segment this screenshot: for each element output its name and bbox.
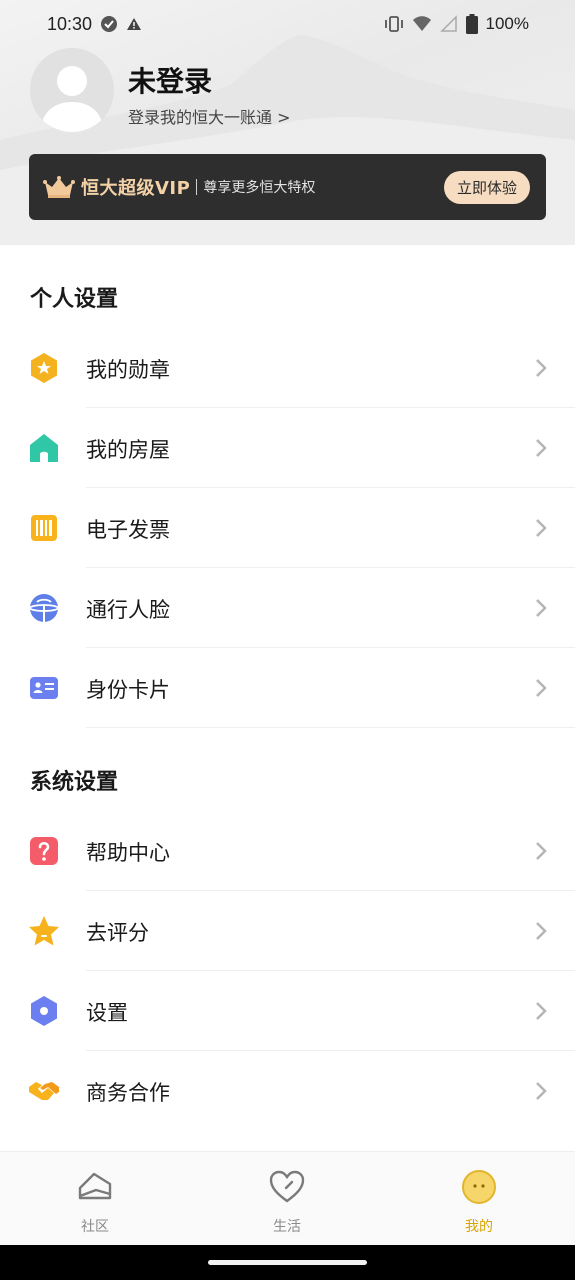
default-avatar-icon: [30, 48, 114, 132]
status-bar: 10:30 100%: [0, 0, 575, 48]
menu-item-settings[interactable]: 设置: [0, 971, 575, 1051]
check-circle-icon: [101, 16, 118, 32]
menu-item-label: 帮助中心: [86, 841, 170, 865]
vip-title: 恒大超级VIP: [81, 178, 191, 199]
menu-item-medals[interactable]: 我的勋章: [0, 328, 575, 408]
menu-item-help[interactable]: 帮助中心: [0, 811, 575, 891]
menu-item-label: 通行人脸: [86, 598, 170, 622]
house-icon: [30, 434, 58, 462]
menu-item-business[interactable]: 商务合作: [0, 1051, 575, 1131]
chevron-right-icon: [536, 1082, 547, 1100]
vip-subtitle: 尊享更多恒大特权: [203, 180, 316, 196]
vibrate-icon: [384, 16, 403, 32]
chevron-right-icon: [536, 679, 547, 697]
menu-item-id-card[interactable]: 身份卡片: [0, 648, 575, 728]
battery-icon: [465, 14, 478, 34]
profile-header: 10:30 100% 未登录 登录我的恒大一账通 > 恒大超级VIP 尊享更多恒…: [0, 0, 575, 245]
help-icon: [30, 837, 58, 865]
home-indicator[interactable]: [208, 1260, 367, 1265]
system-gesture-bar: [0, 1245, 575, 1280]
handshake-icon: [29, 1082, 59, 1100]
invoice-icon: [31, 515, 57, 541]
chevron-right-icon: [536, 1002, 547, 1020]
nav-tab-life[interactable]: 生活: [237, 1168, 337, 1236]
face-pass-icon: [29, 594, 59, 622]
chevron-right-icon: [536, 599, 547, 617]
signal-icon: [439, 15, 457, 32]
menu-item-label: 电子发票: [86, 518, 170, 542]
menu-item-label: 商务合作: [86, 1081, 170, 1105]
crown-icon: [43, 176, 75, 198]
avatar[interactable]: [30, 48, 114, 132]
vip-banner[interactable]: 恒大超级VIP 尊享更多恒大特权 立即体验: [29, 154, 546, 220]
chevron-right-icon: [536, 922, 547, 940]
nav-label: 生活: [273, 1219, 301, 1235]
vip-separator: [196, 179, 198, 195]
chevron-right-icon: [536, 842, 547, 860]
medal-icon: [31, 353, 57, 383]
vip-try-button[interactable]: 立即体验: [443, 170, 530, 204]
menu-item-face-pass[interactable]: 通行人脸: [0, 568, 575, 648]
chevron-right-icon: [536, 519, 547, 537]
menu-item-label: 我的房屋: [86, 438, 170, 462]
section-title-personal: 个人设置: [30, 287, 119, 312]
id-card-icon: [30, 677, 58, 699]
menu-item-label: 去评分: [86, 921, 149, 945]
divider: [86, 727, 575, 728]
section-title-system: 系统设置: [30, 770, 119, 795]
star-icon: [29, 916, 59, 946]
battery-percent: 100%: [485, 14, 529, 33]
profile-face-icon: [462, 1170, 496, 1204]
heart-icon: [269, 1170, 305, 1203]
bottom-nav: 社区 生活 我的: [0, 1151, 575, 1245]
menu-item-label: 设置: [86, 1001, 128, 1025]
menu-item-rate[interactable]: 去评分: [0, 891, 575, 971]
wifi-icon: [412, 16, 431, 31]
login-link[interactable]: 登录我的恒大一账通 >: [128, 104, 291, 128]
alert-icon: [127, 18, 142, 30]
nav-label: 社区: [81, 1219, 109, 1235]
settings-icon: [31, 996, 57, 1026]
chevron-right-icon: [536, 359, 547, 377]
menu-item-label: 身份卡片: [86, 678, 170, 702]
nav-tab-mine[interactable]: 我的: [429, 1168, 529, 1236]
nav-label: 我的: [465, 1219, 493, 1235]
status-time: 10:30: [47, 13, 93, 34]
menu-item-label: 我的勋章: [86, 358, 170, 382]
chevron-right-icon: [536, 439, 547, 457]
login-status-title: 未登录: [128, 65, 213, 98]
nav-tab-community[interactable]: 社区: [45, 1168, 145, 1236]
menu-item-house[interactable]: 我的房屋: [0, 408, 575, 488]
community-icon: [78, 1172, 112, 1200]
menu-item-invoice[interactable]: 电子发票: [0, 488, 575, 568]
